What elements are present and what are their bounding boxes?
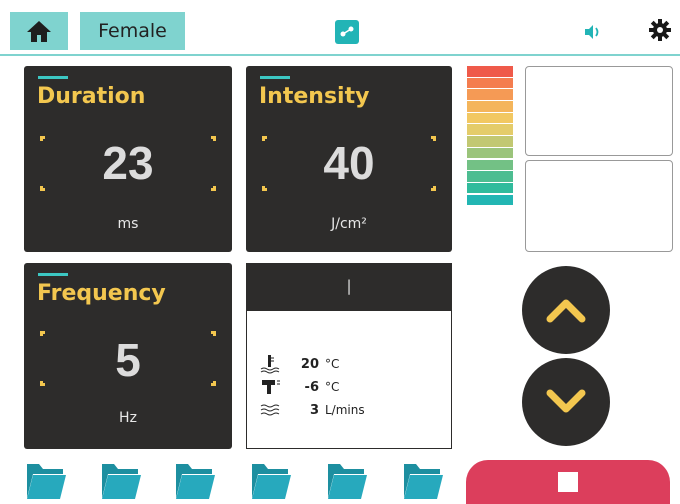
frequency-value: 5	[115, 334, 141, 386]
scale-segment	[467, 182, 513, 194]
speaker-icon[interactable]	[583, 24, 603, 44]
water-temperature-icon	[260, 355, 280, 374]
home-icon	[27, 21, 51, 42]
info-box-top	[525, 66, 673, 156]
water-temperature-value: 20	[300, 356, 319, 372]
scale-segment	[467, 124, 513, 135]
duration-title: Duration	[37, 84, 146, 109]
scale-segment	[467, 89, 513, 100]
chevron-up-icon	[546, 299, 586, 323]
duration-unit: ms	[117, 216, 139, 232]
folder-icon[interactable]	[402, 460, 444, 500]
frequency-unit: Hz	[119, 410, 137, 426]
intensity-unit: J/cm²	[331, 216, 367, 232]
gender-button[interactable]: Female	[80, 12, 185, 50]
panel-accent	[38, 76, 68, 79]
scale-segment	[467, 112, 513, 124]
handpiece-temperature-row: -6 °C	[259, 378, 339, 396]
folder-icon[interactable]	[100, 460, 142, 500]
home-button[interactable]	[10, 12, 68, 50]
intensity-scale	[467, 66, 513, 252]
handpiece-temperature-value: -6	[304, 379, 319, 395]
status-header: |	[247, 264, 451, 311]
handpiece-temperature-unit: °C	[325, 380, 340, 394]
frequency-panel[interactable]: Frequency 5 Hz	[24, 263, 232, 449]
folder-icon[interactable]	[174, 460, 216, 500]
connection-icon[interactable]	[335, 20, 359, 44]
scale-segment	[467, 159, 513, 170]
flow-value: 3	[309, 402, 319, 418]
folder-icon[interactable]	[250, 460, 292, 500]
info-box-bottom	[525, 160, 673, 252]
chevron-down-icon	[546, 389, 586, 413]
handpiece-icon	[262, 380, 280, 394]
decrease-button[interactable]	[522, 358, 610, 446]
scale-segment	[467, 171, 513, 182]
stop-button[interactable]	[466, 460, 670, 504]
stop-icon	[558, 472, 578, 492]
intensity-title: Intensity	[259, 84, 370, 109]
status-panel: | 20 °C -6 °C 3 L/mins	[246, 263, 452, 449]
flow-icon	[260, 404, 280, 416]
intensity-value: 40	[323, 137, 375, 189]
scale-segment	[467, 77, 513, 89]
duration-panel[interactable]: Duration 23 ms	[24, 66, 232, 252]
scale-segment	[467, 101, 513, 112]
increase-button[interactable]	[522, 266, 610, 354]
scale-segment	[467, 66, 513, 77]
water-temperature-unit: °C	[325, 357, 340, 371]
scale-segment	[467, 147, 513, 159]
folder-icon[interactable]	[25, 460, 67, 500]
flow-row: 3 L/mins	[259, 402, 365, 418]
flow-unit: L/mins	[325, 403, 365, 417]
panel-accent	[260, 76, 290, 79]
duration-value: 23	[102, 137, 154, 189]
gear-icon[interactable]	[648, 18, 672, 46]
top-bar: Female	[0, 0, 680, 56]
panel-accent	[38, 273, 68, 276]
water-temperature-row: 20 °C	[259, 354, 339, 374]
intensity-panel[interactable]: Intensity 40 J/cm²	[246, 66, 452, 252]
folder-icon[interactable]	[326, 460, 368, 500]
scale-segment	[467, 136, 513, 147]
frequency-title: Frequency	[37, 281, 166, 306]
scale-segment	[467, 194, 513, 206]
